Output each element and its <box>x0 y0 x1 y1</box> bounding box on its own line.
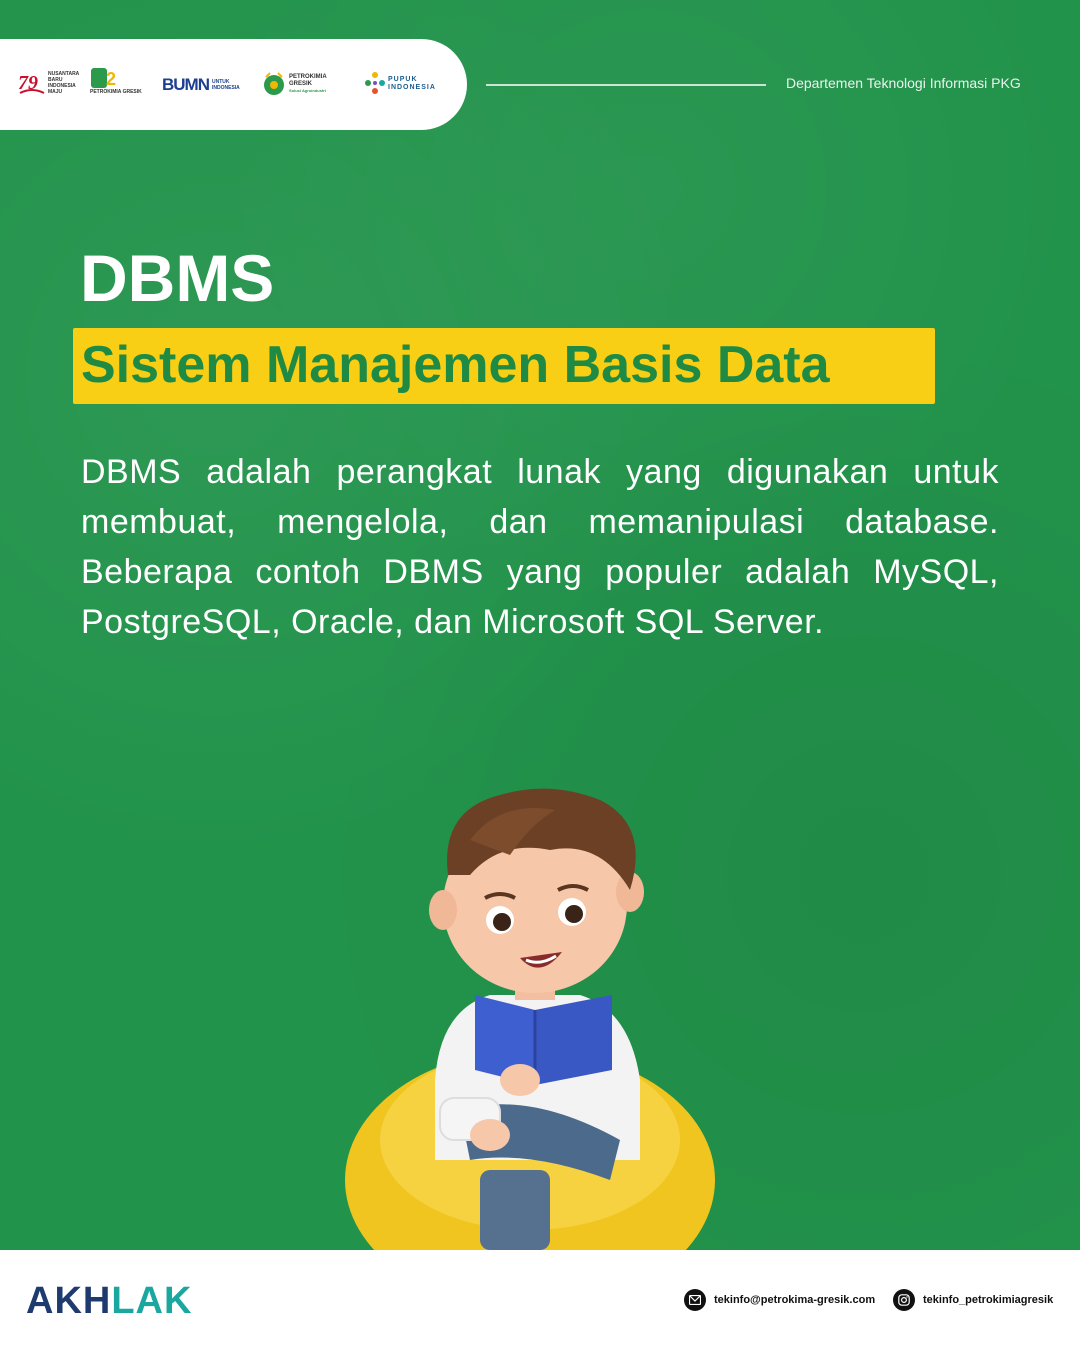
boy-reading-illustration <box>345 788 715 1250</box>
petrokimia-52-text: PETROKIMIA GRESIK <box>90 89 142 95</box>
page-subtitle: Sistem Manajemen Basis Data <box>81 336 830 394</box>
instagram-icon <box>893 1289 915 1311</box>
petrokimia-gresik-subtext: Solusi Agroindustri <box>289 88 326 93</box>
pupuk-indonesia-text: PUPUK INDONESIA <box>388 76 436 91</box>
petrokimia-52-emblem-icon: 2 <box>91 68 116 89</box>
ri-79-logo: 79 NUSANTARA BARU INDONESIA MAJU <box>18 69 80 97</box>
bumn-wordmark: BUMN <box>162 75 210 94</box>
mail-icon <box>684 1289 706 1311</box>
pupuk-indonesia-logo: PUPUK INDONESIA <box>362 69 436 99</box>
petrokimia-gresik-text: PETROKIMIA GRESIK <box>289 74 327 87</box>
bumn-subtext: UNTUK INDONESIA <box>212 79 240 91</box>
page-title: DBMS <box>80 241 275 315</box>
bumn-logo: BUMN UNTUK INDONESIA <box>162 75 246 95</box>
petrokimia-bull-icon <box>264 72 284 95</box>
akhlak-logo: AKHLAK <box>26 1280 193 1322</box>
ri-79-text: NUSANTARA BARU INDONESIA MAJU <box>48 71 80 95</box>
instagram-contact[interactable]: tekinfo_petrokimiagresik <box>893 1289 1053 1311</box>
department-label: Departemen Teknologi Informasi PKG <box>786 75 1021 91</box>
email-address: tekinfo@petrokima-gresik.com <box>714 1294 876 1306</box>
svg-text:2: 2 <box>106 69 116 89</box>
pupuk-indonesia-dots-icon <box>365 72 385 94</box>
ri-79-emblem-icon: 79 <box>18 72 45 94</box>
header-divider <box>486 84 766 86</box>
logo-bar: 79 NUSANTARA BARU INDONESIA MAJU 2 PETRO… <box>0 39 467 130</box>
petrokimia-52-logo: 2 PETROKIMIA GRESIK <box>90 67 142 95</box>
petrokimia-gresik-logo: PETROKIMIA GRESIK Solusi Agroindustri <box>262 71 335 97</box>
instagram-handle: tekinfo_petrokimiagresik <box>923 1294 1054 1306</box>
email-contact[interactable]: tekinfo@petrokima-gresik.com <box>684 1289 875 1311</box>
description-paragraph: DBMS adalah perangkat lunak yang digunak… <box>81 453 999 641</box>
